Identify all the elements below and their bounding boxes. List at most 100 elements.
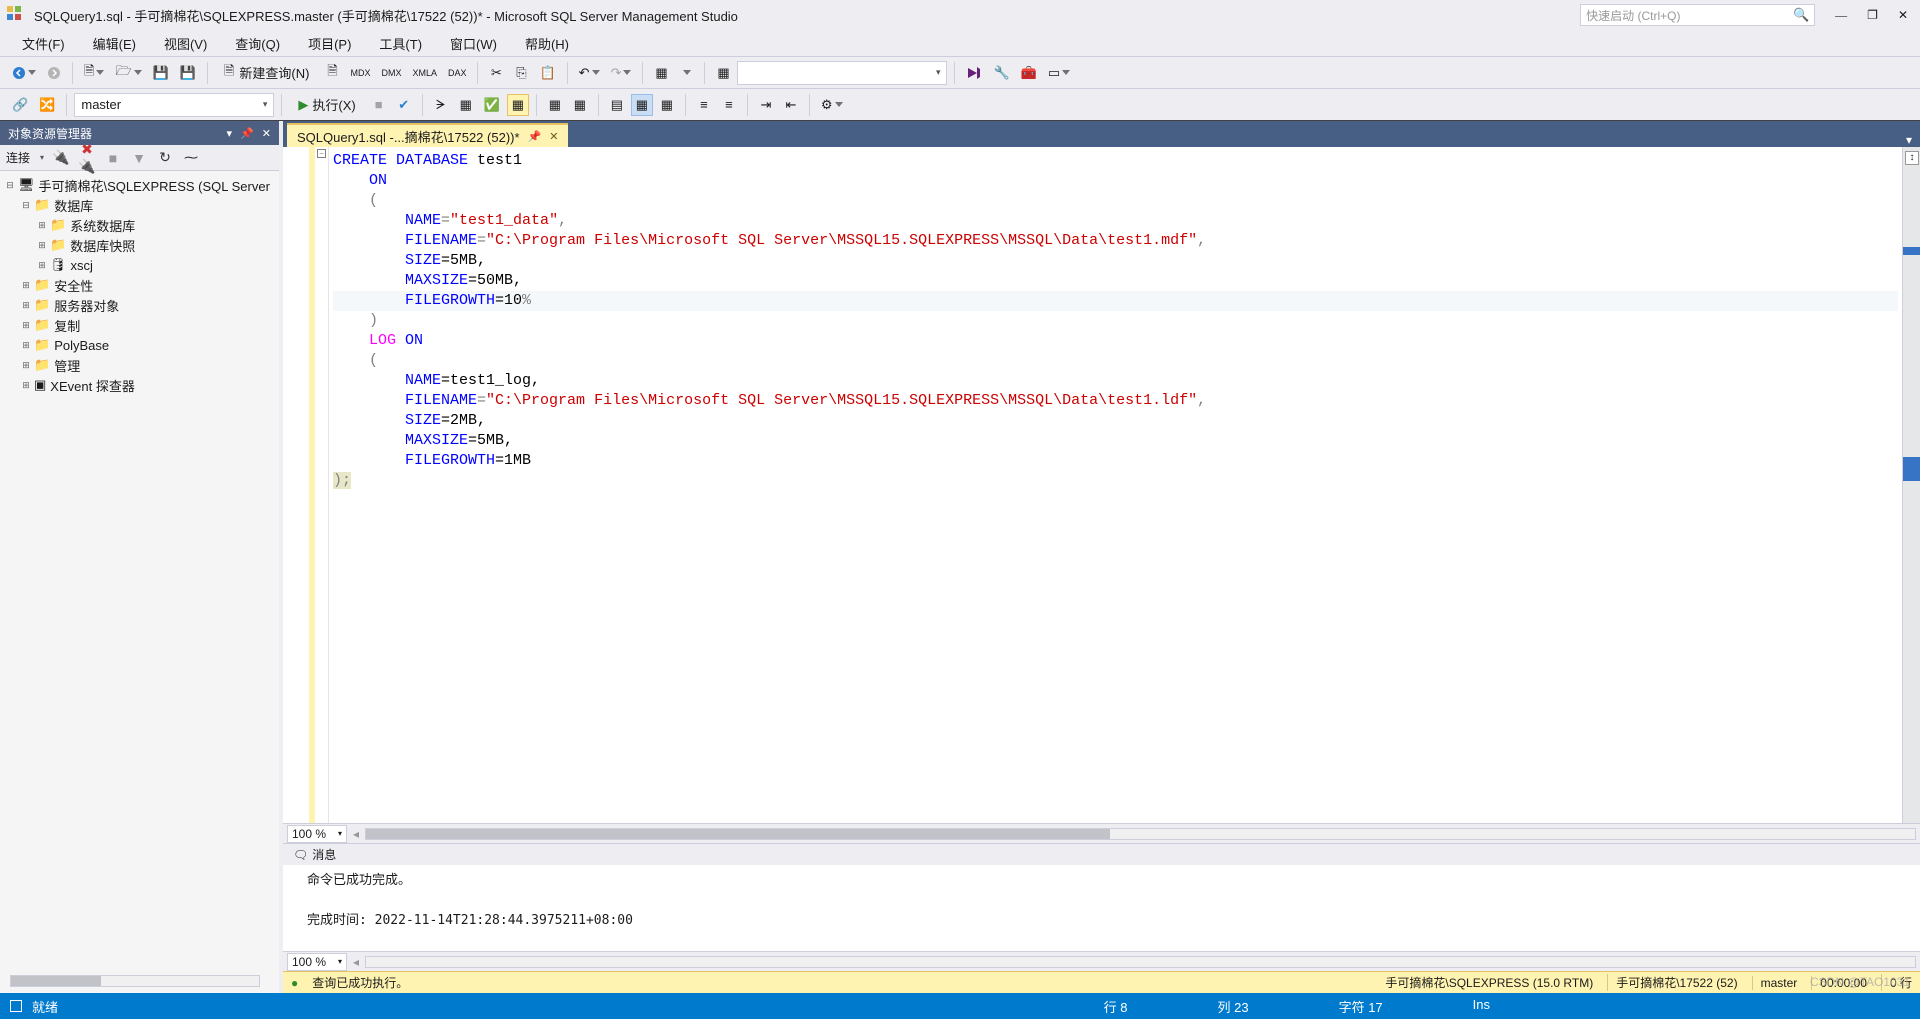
scroll-left-icon[interactable]: ◂ bbox=[353, 955, 359, 969]
parse-button[interactable]: ✔ bbox=[393, 94, 415, 116]
new-query-button[interactable]: 🗎 新建查询(N) bbox=[215, 61, 319, 85]
connect-button[interactable]: 🔗 bbox=[8, 94, 32, 116]
open-button[interactable]: 🗁 bbox=[111, 62, 145, 84]
tree-server-objects[interactable]: ⊞📁服务器对象 bbox=[2, 295, 277, 315]
disconnect-icon[interactable]: ✖🔌 bbox=[78, 141, 96, 175]
menu-query[interactable]: 查询(Q) bbox=[221, 30, 294, 56]
tree-user-db[interactable]: ⊞🛢xscj bbox=[2, 255, 277, 275]
fold-toggle-icon[interactable]: − bbox=[317, 149, 326, 158]
outdent-button[interactable]: ⇤ bbox=[780, 94, 802, 116]
minimize-button[interactable]: ― bbox=[1835, 8, 1847, 23]
est-plan-button[interactable]: ᗒ bbox=[430, 94, 452, 116]
tab-pin-icon[interactable]: 📌 bbox=[528, 130, 542, 143]
database-combo[interactable]: master ▾ bbox=[74, 93, 274, 117]
menu-file[interactable]: 文件(F) bbox=[8, 30, 79, 56]
paste-button[interactable]: 📋 bbox=[535, 62, 559, 84]
dropdown1-button[interactable] bbox=[675, 62, 697, 84]
copy-button[interactable]: ⎘ bbox=[510, 62, 532, 84]
dmx-query-button[interactable]: DMX bbox=[377, 62, 405, 84]
query-options-button[interactable]: ▦ bbox=[455, 94, 477, 116]
restore-button[interactable]: ❐ bbox=[1867, 8, 1878, 23]
panel-dropdown-icon[interactable]: ▾ bbox=[227, 127, 233, 140]
menu-view[interactable]: 视图(V) bbox=[150, 30, 221, 56]
tools-button[interactable]: 🔧 bbox=[989, 62, 1013, 84]
engine-query-button[interactable]: 🗎 bbox=[321, 62, 343, 84]
stop-button[interactable]: ■ bbox=[368, 94, 390, 116]
include-plan-button[interactable]: ▦ bbox=[544, 94, 566, 116]
results-grid-button[interactable]: ▦ bbox=[631, 94, 653, 116]
find-combo[interactable]: ▾ bbox=[737, 61, 947, 85]
panel-close-icon[interactable]: ✕ bbox=[262, 127, 271, 140]
tree-server-node[interactable]: ⊟🖥手可摘棉花\SQLEXPRESS (SQL Server bbox=[2, 175, 277, 195]
menu-edit[interactable]: 编辑(E) bbox=[79, 30, 150, 56]
undo-button[interactable]: ↶ bbox=[575, 62, 604, 84]
tabs-overflow-icon[interactable]: ▾ bbox=[1898, 133, 1920, 147]
quick-launch-input[interactable]: 快速启动 (Ctrl+Q) 🔍 bbox=[1580, 4, 1815, 26]
messages-zoom-combo[interactable]: 100 %▾ bbox=[287, 953, 347, 971]
activity-monitor-button[interactable]: ▦ bbox=[650, 62, 672, 84]
code-content[interactable]: CREATE DATABASE test1 ON ( NAME="test1_d… bbox=[329, 147, 1902, 823]
save-all-button[interactable]: 💾 bbox=[176, 62, 200, 84]
new-item-button[interactable]: 🗎 bbox=[80, 62, 108, 84]
close-button[interactable]: ✕ bbox=[1898, 8, 1908, 23]
change-conn-button[interactable]: 🔀 bbox=[35, 94, 59, 116]
refresh-icon[interactable]: ↻ bbox=[156, 149, 174, 166]
tree-db-root[interactable]: ⊟📁数据库 bbox=[2, 195, 277, 215]
zoom-combo[interactable]: 100 %▾ bbox=[287, 825, 347, 843]
dax-query-button[interactable]: DAX bbox=[444, 62, 471, 84]
tree-horizontal-scrollbar[interactable] bbox=[10, 975, 260, 987]
pulse-icon[interactable]: ⁓ bbox=[182, 149, 200, 166]
overview-ruler[interactable]: ↕ bbox=[1902, 147, 1920, 823]
nav-forward-button[interactable] bbox=[43, 62, 65, 84]
tree-snapshot[interactable]: ⊞📁数据库快照 bbox=[2, 235, 277, 255]
specify-values-button[interactable]: ⚙ bbox=[817, 94, 847, 116]
layout-button[interactable]: ▭ bbox=[1044, 62, 1074, 84]
vs-ext-button[interactable] bbox=[962, 62, 986, 84]
menu-project[interactable]: 项目(P) bbox=[294, 30, 365, 56]
tree-security[interactable]: ⊞📁安全性 bbox=[2, 275, 277, 295]
messages-pane[interactable]: 命令已成功完成。 完成时间: 2022-11-14T21:28:44.39752… bbox=[283, 865, 1920, 951]
uncomment-button[interactable]: ≡ bbox=[718, 94, 740, 116]
connect-label[interactable]: 连接 bbox=[6, 149, 30, 166]
pin-icon[interactable]: 📌 bbox=[240, 127, 254, 140]
connect-icon[interactable]: 🔌 bbox=[52, 149, 70, 166]
stop-icon[interactable]: ■ bbox=[104, 150, 122, 166]
nav-back-button[interactable] bbox=[8, 62, 40, 84]
intellisense-button[interactable]: ✅ bbox=[480, 94, 504, 116]
tab-close-icon[interactable]: ✕ bbox=[549, 130, 558, 143]
code-editor[interactable]: − CREATE DATABASE test1 ON ( NAME="test1… bbox=[283, 147, 1920, 823]
mdx-query-button[interactable]: MDX bbox=[346, 62, 374, 84]
comment-button[interactable]: ≡ bbox=[693, 94, 715, 116]
tree-polybase[interactable]: ⊞📁PolyBase bbox=[2, 335, 277, 355]
menu-help[interactable]: 帮助(H) bbox=[511, 30, 583, 56]
registered-servers-button[interactable]: ▦ bbox=[712, 62, 734, 84]
live-stats-button[interactable]: ▦ bbox=[507, 94, 529, 116]
active-document-tab[interactable]: SQLQuery1.sql -...摘棉花\17522 (52))* 📌 ✕ bbox=[287, 123, 568, 147]
tree-sys-db[interactable]: ⊞📁系统数据库 bbox=[2, 215, 277, 235]
cut-button[interactable]: ✂ bbox=[485, 62, 507, 84]
object-tree[interactable]: ⊟🖥手可摘棉花\SQLEXPRESS (SQL Server ⊟📁数据库 ⊞📁系… bbox=[0, 171, 279, 993]
xmla-query-button[interactable]: XMLA bbox=[408, 62, 441, 84]
menu-window[interactable]: 窗口(W) bbox=[436, 30, 511, 56]
toolbox-button[interactable]: 🧰 bbox=[1017, 62, 1041, 84]
status-cursor-column: 列 23 bbox=[1218, 997, 1249, 1016]
folder-icon: 📁 bbox=[34, 277, 50, 293]
scroll-left-icon[interactable]: ◂ bbox=[353, 827, 359, 841]
messages-tab[interactable]: 🗨 消息 bbox=[287, 844, 342, 865]
save-button[interactable]: 💾 bbox=[149, 62, 173, 84]
indent-button[interactable]: ⇥ bbox=[755, 94, 777, 116]
split-button[interactable]: ↕ bbox=[1905, 151, 1919, 165]
messages-horizontal-scrollbar[interactable] bbox=[365, 956, 1916, 968]
tree-replication[interactable]: ⊞📁复制 bbox=[2, 315, 277, 335]
execute-button[interactable]: ▶ 执行(X) bbox=[289, 93, 364, 117]
results-text-button[interactable]: ▤ bbox=[606, 94, 628, 116]
tree-management[interactable]: ⊞📁管理 bbox=[2, 355, 277, 375]
filter-icon[interactable]: ▼ bbox=[130, 150, 148, 166]
client-stats-button[interactable]: ▦ bbox=[569, 94, 591, 116]
menu-tools[interactable]: 工具(T) bbox=[365, 30, 436, 56]
tree-xevent[interactable]: ⊞▣XEvent 探查器 bbox=[2, 375, 277, 395]
query-status-text: 查询已成功执行。 bbox=[312, 974, 408, 991]
editor-horizontal-scrollbar[interactable] bbox=[365, 828, 1916, 840]
redo-button[interactable]: ↷ bbox=[607, 62, 636, 84]
results-file-button[interactable]: ▦ bbox=[656, 94, 678, 116]
